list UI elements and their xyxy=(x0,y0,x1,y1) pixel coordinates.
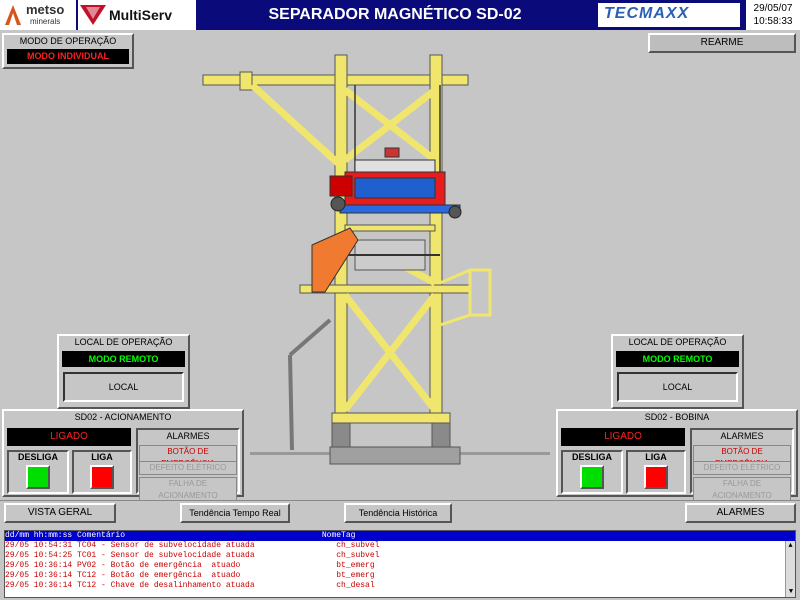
log-scrollbar[interactable]: ▲ ▼ xyxy=(785,541,795,597)
desliga-label: DESLIGA xyxy=(17,452,58,462)
log-row[interactable]: 29/05 10:36:14 TC12 - Botão de emergênci… xyxy=(5,571,795,581)
bobina-liga-button[interactable] xyxy=(644,465,668,489)
bobina-desliga-button[interactable] xyxy=(580,465,604,489)
railing xyxy=(439,268,492,327)
left-remote-mode: MODO REMOTO xyxy=(62,351,185,367)
stair xyxy=(288,318,332,451)
desliga-button[interactable] xyxy=(26,465,50,489)
log-row[interactable]: 29/05 10:36:14 PV02 - Botão de emergênci… xyxy=(5,561,795,571)
bobina-liga-control: LIGA xyxy=(626,450,686,494)
bobina-alarm-electrical-fault: DEFEITO ELÉTRICO xyxy=(693,461,791,475)
acionamento-title: SD02 - ACIONAMENTO xyxy=(74,412,172,422)
event-log-header: dd/mm hh:mm:ss Comentário NomeTag xyxy=(5,531,795,541)
bobina-status: LIGADO xyxy=(561,428,685,446)
alarm-electrical-fault: DEFEITO ELÉTRICO xyxy=(139,461,237,475)
log-row[interactable]: 29/05 10:54:25 TC01 - Sensor de subveloc… xyxy=(5,551,795,561)
acionamento-alarms: ALARMES BOTÃO DE EMERGÊNCIA DEFEITO ELÉT… xyxy=(136,428,240,503)
left-local-title: LOCAL DE OPERAÇÃO xyxy=(74,337,173,347)
acionamento-alarms-title: ALARMES xyxy=(166,431,210,441)
bobina-panel: SD02 - BOBINA LIGADO DESLIGA LIGA ALARME… xyxy=(556,409,798,503)
bobina-alarms-title: ALARMES xyxy=(720,431,764,441)
vista-geral-button[interactable]: VISTA GERAL xyxy=(4,503,116,523)
bobina-title: SD02 - BOBINA xyxy=(644,412,710,422)
acionamento-panel: SD02 - ACIONAMENTO LIGADO DESLIGA LIGA A… xyxy=(2,409,244,503)
right-local-title: LOCAL DE OPERAÇÃO xyxy=(628,337,727,347)
alarmes-button[interactable]: ALARMES xyxy=(685,503,796,523)
bobina-desliga-label: DESLIGA xyxy=(571,452,612,462)
bobina-desliga-control: DESLIGA xyxy=(561,450,623,494)
acionamento-status: LIGADO xyxy=(7,428,131,446)
right-local-panel: LOCAL DE OPERAÇÃO MODO REMOTO LOCAL xyxy=(611,334,744,409)
liga-button[interactable] xyxy=(90,465,114,489)
scroll-up-icon[interactable]: ▲ xyxy=(786,541,795,551)
right-local-button[interactable]: LOCAL xyxy=(617,372,738,402)
tendencia-tempo-real-button[interactable]: Tendência Tempo Real xyxy=(180,503,290,523)
left-local-button[interactable]: LOCAL xyxy=(63,372,184,402)
right-remote-mode: MODO REMOTO xyxy=(616,351,739,367)
liga-control: LIGA xyxy=(72,450,132,494)
scroll-down-icon[interactable]: ▼ xyxy=(786,587,796,597)
belt-conveyor xyxy=(345,239,440,271)
bobina-alarms: ALARMES BOTÃO DE EMERGÊNCIA DEFEITO ELÉT… xyxy=(690,428,794,503)
left-local-panel: LOCAL DE OPERAÇÃO MODO REMOTO LOCAL xyxy=(57,334,190,409)
tendencia-historica-button[interactable]: Tendência Histórica xyxy=(344,503,452,523)
footings xyxy=(329,422,461,465)
liga-label: LIGA xyxy=(91,452,113,462)
desliga-control: DESLIGA xyxy=(7,450,69,494)
log-row[interactable]: 29/05 10:36:14 TC12 - Chave de desalinha… xyxy=(5,581,795,591)
event-log[interactable]: dd/mm hh:mm:ss Comentário NomeTag 29/05 … xyxy=(4,530,796,598)
log-row[interactable]: 29/05 10:54:31 TC04 - Sensor de subveloc… xyxy=(5,541,795,551)
bobina-liga-label: LIGA xyxy=(645,452,667,462)
